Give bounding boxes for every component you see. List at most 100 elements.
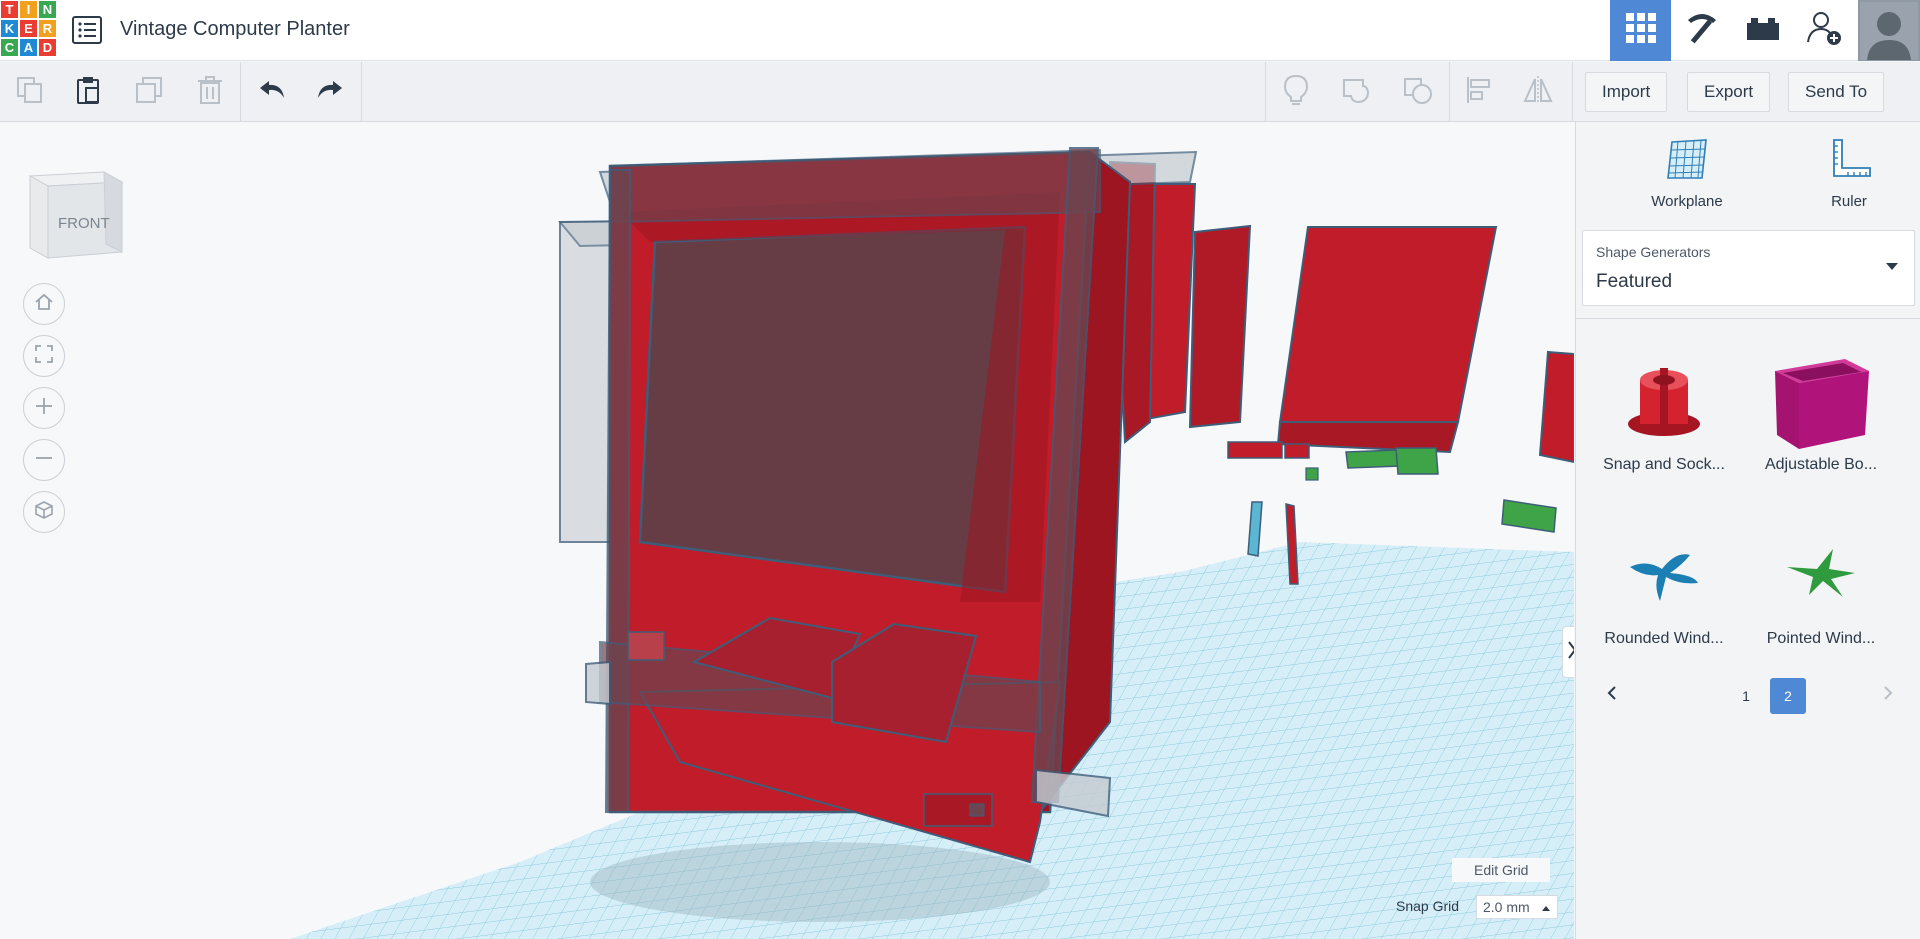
frame-post [604,169,632,813]
undo-icon [257,78,287,107]
red-panel-shape [1538,350,1574,464]
3d-workspace[interactable]: FRONT Edit Grid Snap Grid 2.0 mm [0,122,1574,939]
toolbar-divider [1572,62,1573,122]
align-button[interactable] [1459,72,1499,112]
panel-divider [1576,318,1920,319]
chevron-right-icon [1567,640,1574,665]
notes-button[interactable] [1276,72,1316,112]
fit-view-button[interactable] [23,335,65,377]
shape-tile-adjustable-box[interactable]: Adjustable Bo... [1746,346,1896,486]
shape-generators-value: Featured [1596,271,1673,292]
shape-name: Pointed Wind... [1766,630,1876,647]
design-list-icon[interactable] [72,16,102,44]
ungroup-button[interactable] [1398,72,1438,112]
logo-letter: T [0,0,19,19]
view-cube[interactable]: FRONT [26,162,126,267]
3d-design-mode-button[interactable] [1610,0,1671,61]
mirror-icon [1522,75,1554,110]
group-button[interactable] [1337,72,1377,112]
perspective-button[interactable] [23,491,65,533]
edit-grid-button[interactable]: Edit Grid [1452,858,1551,882]
logo-letter: A [19,38,38,57]
shape-generators-dropdown[interactable]: Shape Generators Featured [1582,230,1915,306]
edit-toolbar: Import Export Send To [0,62,1920,122]
shape-tile-pointed-window[interactable]: Pointed Wind... [1746,520,1896,660]
top-bar: T I N K E R C A D Vintage Computer Plant… [0,0,1920,61]
collapse-panel-tab[interactable] [1562,626,1574,678]
adjustable-box-shape-icon [1746,346,1896,456]
cube-perspective-icon [34,500,54,525]
shapes-panel: Workplane Ruler Shape Generators Feature… [1575,122,1920,939]
logo-letter: R [38,19,57,38]
zoom-out-button[interactable] [23,439,65,481]
green-piece [1305,467,1319,481]
invite-user-button[interactable] [1793,0,1854,61]
redo-button[interactable] [310,72,350,112]
user-avatar[interactable] [1858,0,1920,61]
grid-icon [1625,12,1657,49]
trash-icon [195,75,225,110]
pickaxe-icon [1684,10,1720,51]
green-piece [1501,499,1557,533]
home-icon [34,292,54,317]
logo-letter: K [0,19,19,38]
snap-socket-shape-icon [1589,346,1739,456]
logo-letter: C [0,38,19,57]
computer-screen [638,225,1027,594]
undo-button[interactable] [252,72,292,112]
workplane-scene[interactable] [0,122,1574,939]
small-red-piece [1227,441,1283,459]
duplicate-button[interactable] [129,72,169,112]
snap-grid-select[interactable]: 2.0 mm [1476,895,1558,919]
group-shapes-icon [1341,74,1373,111]
chevron-left-icon [1607,685,1617,705]
logo-letter: D [38,38,57,57]
blue-piece [1247,501,1263,557]
export-button[interactable]: Export [1687,72,1771,112]
snap-grid-label: Snap Grid [1396,898,1460,914]
home-view-button[interactable] [23,283,65,325]
ungroup-shapes-icon [1402,74,1434,111]
mirror-button[interactable] [1518,72,1558,112]
paste-button[interactable] [68,72,108,112]
ruler-label: Ruler [1831,193,1867,210]
tinkercad-logo[interactable]: T I N K E R C A D [0,0,57,57]
copy-button[interactable] [10,72,50,112]
dropdown-caret-icon [1886,263,1898,270]
next-page-button[interactable] [1878,678,1898,712]
design-title[interactable]: Vintage Computer Planter [120,18,350,41]
zoom-in-button[interactable] [23,387,65,429]
send-to-button[interactable]: Send To [1788,72,1885,112]
duplicate-icon [134,75,164,110]
add-user-icon [1805,9,1843,52]
chevron-right-icon [1883,685,1893,705]
import-button[interactable]: Import [1585,72,1668,112]
logo-letter: E [19,19,38,38]
caret-up-icon [1541,899,1551,915]
bricks-mode-button[interactable] [1732,0,1793,61]
shape-tile-snap-and-socket[interactable]: Snap and Sock... [1589,346,1739,486]
copy-icon [15,75,45,110]
rounded-window-shape-icon [1589,520,1739,630]
shape-tile-rounded-window[interactable]: Rounded Wind... [1589,520,1739,660]
lightbulb-icon [1282,74,1310,111]
pointed-window-shape-icon [1746,520,1896,630]
fit-view-icon [34,344,54,369]
shape-generators-caption: Shape Generators [1596,244,1711,260]
small-vent [627,631,665,661]
align-icon [1464,75,1494,110]
red-panel-shape [1278,226,1498,423]
previous-page-button[interactable] [1602,678,1622,712]
page-1-button[interactable]: 1 [1728,678,1764,714]
delete-button[interactable] [190,72,230,112]
codeblocks-mode-button[interactable] [1671,0,1732,61]
bricks-icon [1746,15,1780,46]
workplane-tool[interactable]: Workplane [1632,136,1742,210]
small-red-piece [1284,443,1310,459]
toolbar-divider [1449,62,1450,122]
clipboard-icon [73,75,103,110]
viewcube-front-label: FRONT [58,215,110,232]
shape-name: Adjustable Bo... [1764,456,1878,473]
ruler-tool[interactable]: Ruler [1794,136,1904,210]
page-2-button[interactable]: 2 [1770,678,1806,714]
